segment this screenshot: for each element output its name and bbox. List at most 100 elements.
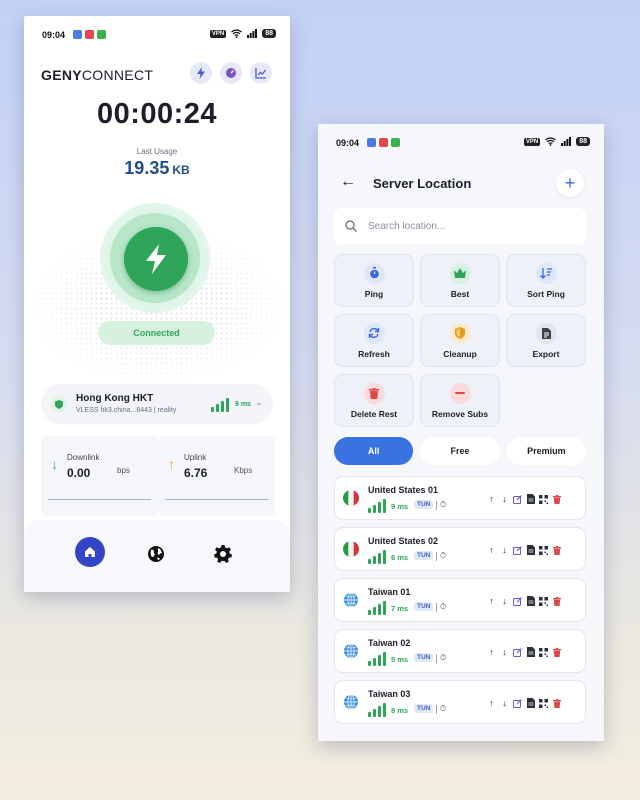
downlink-value: 0.00	[67, 466, 91, 480]
trash-icon[interactable]	[552, 494, 561, 504]
status-app-icons	[73, 30, 106, 39]
speedtest-button[interactable]	[220, 62, 242, 84]
move-down-icon[interactable]: ↓	[500, 698, 509, 708]
ping-button[interactable]: Ping	[334, 254, 414, 307]
search-input[interactable]	[368, 220, 568, 232]
status-indicators: VPN 88	[523, 137, 590, 146]
divider	[436, 654, 437, 663]
server-row[interactable]: Taiwan 01 7 ms TUN ⏱ ↑ ↓	[334, 578, 586, 622]
cleanup-button[interactable]: Cleanup	[420, 314, 500, 367]
tab-premium[interactable]: Premium	[506, 437, 586, 465]
refresh-button[interactable]: Refresh	[334, 314, 414, 367]
server-location-screen: 09:04 VPN 88 ← Server Location + Ping Be…	[318, 124, 604, 741]
server-detail: VLESS hk3.china...8443 | reality	[76, 407, 177, 414]
edit-icon[interactable]	[513, 494, 522, 504]
document-icon[interactable]	[526, 494, 535, 504]
server-row[interactable]: United States 02 6 ms TUN ⏱ ↑ ↓	[334, 527, 586, 571]
tun-badge: TUN	[414, 602, 434, 611]
qr-code-icon[interactable]	[539, 596, 548, 606]
tab-all[interactable]: All	[334, 437, 414, 465]
server-row[interactable]: Taiwan 02 5 ms TUN ⏱ ↑ ↓	[334, 629, 586, 673]
statistics-button[interactable]	[250, 62, 272, 84]
plus-icon: +	[564, 172, 576, 193]
settings-icon	[214, 545, 232, 563]
divider	[436, 705, 437, 714]
wifi-icon	[231, 29, 243, 38]
crown-icon	[449, 262, 471, 284]
nav-home[interactable]	[75, 537, 105, 567]
delete-rest-button[interactable]: Delete Rest	[334, 374, 414, 427]
edit-icon[interactable]	[513, 545, 522, 555]
trash-icon[interactable]	[552, 545, 561, 555]
stopwatch-icon[interactable]: ⏱	[440, 551, 446, 561]
qr-code-icon[interactable]	[539, 545, 548, 555]
qr-code-icon[interactable]	[539, 494, 548, 504]
downlink-label: Downlink	[67, 453, 100, 462]
qr-code-icon[interactable]	[539, 698, 548, 708]
sort-ping-button[interactable]: Sort Ping	[506, 254, 586, 307]
search-bar[interactable]	[334, 208, 586, 244]
home-screen: 09:04 VPN 88 GENYCONNECT 00:00:24 Last U…	[24, 16, 290, 592]
server-row[interactable]: United States 01 9 ms TUN ⏱ ↑ ↓	[334, 476, 586, 520]
trash-icon[interactable]	[552, 596, 561, 606]
tab-free[interactable]: Free	[420, 437, 500, 465]
move-up-icon[interactable]: ↑	[487, 596, 496, 606]
speedometer-icon	[226, 68, 236, 78]
stopwatch-icon[interactable]: ⏱	[440, 704, 446, 714]
selected-server-card[interactable]: Hong Kong HKT VLESS hk3.china...8443 | r…	[41, 384, 273, 424]
move-down-icon[interactable]: ↓	[500, 494, 509, 504]
move-up-icon[interactable]: ↑	[487, 698, 496, 708]
move-up-icon[interactable]: ↑	[487, 647, 496, 657]
remove-subs-button[interactable]: Remove Subs	[420, 374, 500, 427]
usage-number: 19.35	[124, 158, 170, 178]
back-arrow-icon[interactable]: ←	[340, 173, 356, 191]
remove-subs-label: Remove Subs	[431, 408, 489, 419]
nav-settings[interactable]	[209, 540, 237, 568]
add-server-button[interactable]: +	[556, 169, 584, 197]
server-name: United States 01	[368, 485, 439, 495]
stopwatch-icon[interactable]: ⏱	[440, 500, 446, 510]
move-down-icon[interactable]: ↓	[500, 647, 509, 657]
last-usage-label: Last Usage	[136, 147, 178, 156]
move-down-icon[interactable]: ↓	[500, 596, 509, 606]
tun-badge: TUN	[414, 704, 434, 713]
edit-icon[interactable]	[513, 647, 522, 657]
tun-badge: TUN	[414, 551, 434, 560]
move-up-icon[interactable]: ↑	[487, 545, 496, 555]
edit-icon[interactable]	[513, 596, 522, 606]
stopwatch-icon	[363, 262, 385, 284]
nav-servers[interactable]	[142, 540, 170, 568]
move-down-icon[interactable]: ↓	[500, 545, 509, 555]
chevron-down-icon[interactable]: ⌄	[255, 397, 263, 408]
globe-icon	[343, 592, 359, 608]
minus-icon	[449, 382, 471, 404]
lightning-button[interactable]	[190, 62, 212, 84]
document-icon[interactable]	[526, 647, 535, 657]
trash-icon[interactable]	[552, 698, 561, 708]
server-row[interactable]: Taiwan 03 8 ms TUN ⏱ ↑ ↓	[334, 680, 586, 724]
document-icon[interactable]	[526, 545, 535, 555]
refresh-label: Refresh	[358, 348, 390, 359]
stopwatch-icon[interactable]: ⏱	[440, 653, 446, 663]
server-ping: 7 ms	[391, 604, 409, 613]
best-button[interactable]: Best	[420, 254, 500, 307]
page-title: Server Location	[373, 176, 472, 191]
globe-icon	[343, 694, 359, 710]
home-icon	[85, 547, 95, 557]
power-button[interactable]	[124, 227, 188, 291]
search-icon	[345, 220, 357, 232]
server-name: Hong Kong HKT	[76, 393, 154, 404]
trash-icon[interactable]	[552, 647, 561, 657]
qr-code-icon[interactable]	[539, 647, 548, 657]
connection-timer: 00:00:24	[96, 98, 218, 130]
document-icon[interactable]	[526, 596, 535, 606]
app-brand: GENYCONNECT	[41, 67, 153, 83]
filter-tabs: All Free Premium	[334, 437, 586, 465]
move-up-icon[interactable]: ↑	[487, 494, 496, 504]
edit-icon[interactable]	[513, 698, 522, 708]
tun-badge: TUN	[414, 653, 434, 662]
document-icon[interactable]	[526, 698, 535, 708]
export-button[interactable]: Export	[506, 314, 586, 367]
server-ping: 6 ms	[391, 553, 409, 562]
stopwatch-icon[interactable]: ⏱	[440, 602, 446, 612]
